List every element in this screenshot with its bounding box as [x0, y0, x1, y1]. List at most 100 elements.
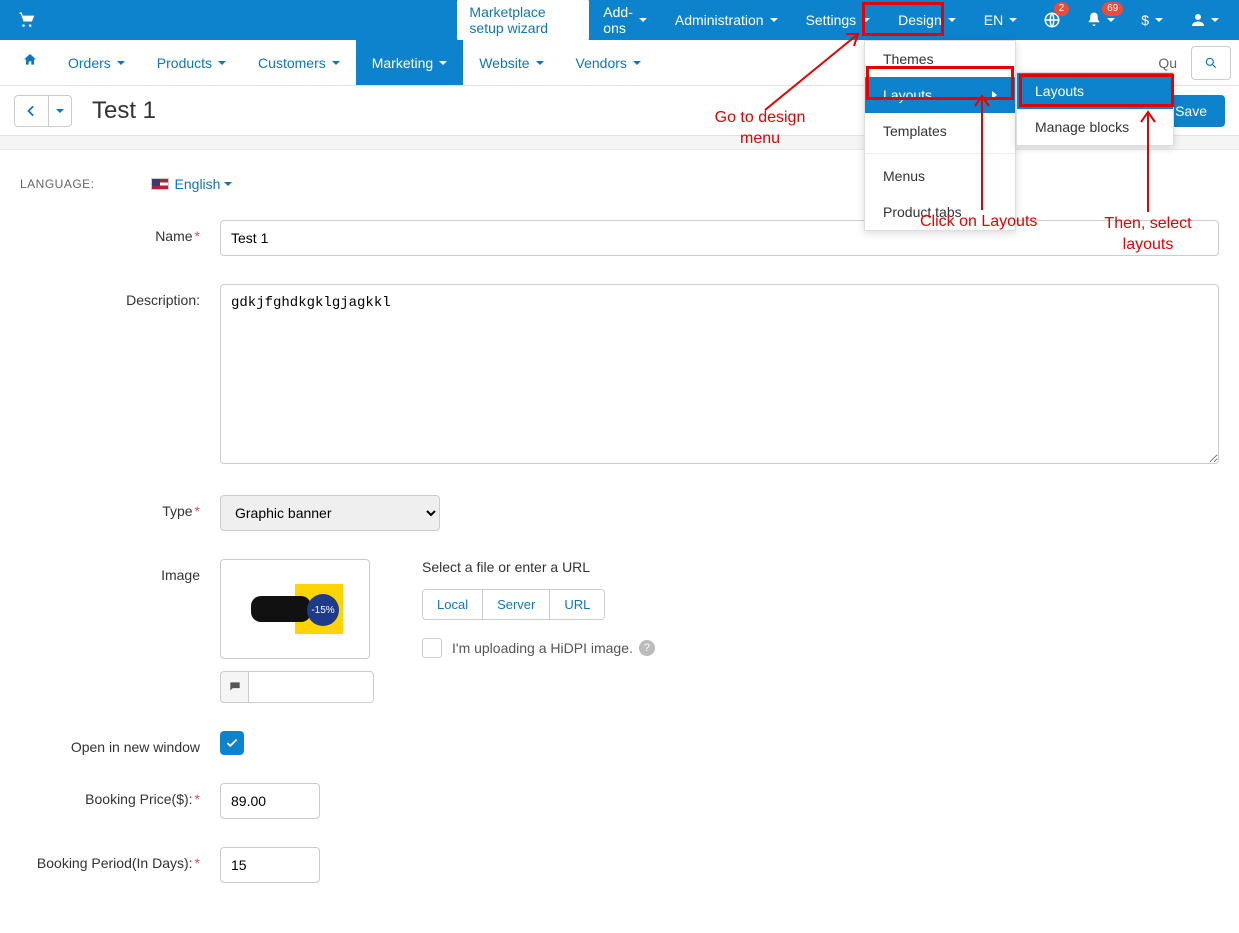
caret-icon	[1009, 18, 1017, 22]
sub-manage-blocks[interactable]: Manage blocks	[1017, 109, 1173, 145]
quick-search-text: Qu	[1158, 55, 1185, 71]
globe-notifications[interactable]: 2	[1031, 0, 1073, 40]
topbar-right: Add-ons Administration Settings Design E…	[589, 0, 1239, 40]
menu-addons[interactable]: Add-ons	[589, 0, 661, 40]
caret-icon	[1155, 18, 1163, 22]
nav-marketing-label: Marketing	[372, 55, 433, 71]
type-label: Type*	[20, 495, 220, 519]
caret-icon	[536, 61, 544, 65]
row-type: Type* Graphic banner	[20, 495, 1219, 531]
nav-customers[interactable]: Customers	[242, 40, 356, 85]
cart-icon[interactable]	[16, 9, 36, 32]
caret-icon	[1107, 18, 1115, 22]
language-selector[interactable]: English	[151, 176, 233, 192]
tab-server[interactable]: Server	[483, 590, 550, 619]
back-dropdown[interactable]	[49, 96, 71, 126]
description-textarea[interactable]: gdkjfghdkgklgjagkkl	[220, 284, 1219, 464]
open-new-window-label: Open in new window	[20, 731, 220, 755]
dd-menus[interactable]: Menus	[865, 158, 1015, 194]
search-button[interactable]	[1191, 46, 1231, 80]
booking-price-label: Booking Price($):*	[20, 783, 220, 807]
menu-currency[interactable]: $	[1127, 0, 1177, 40]
globe-badge: 2	[1054, 2, 1070, 16]
search-icon	[1204, 56, 1218, 70]
dd-templates[interactable]: Templates	[865, 113, 1015, 149]
caret-icon	[332, 61, 340, 65]
nav-vendors[interactable]: Vendors	[560, 40, 657, 85]
caret-icon	[439, 61, 447, 65]
menu-settings-label: Settings	[806, 12, 857, 28]
topbar: Marketplace setup wizard Add-ons Adminis…	[0, 0, 1239, 40]
topbar-left	[0, 9, 197, 32]
nav-marketing[interactable]: Marketing	[356, 40, 463, 85]
row-name: Name*	[20, 220, 1219, 256]
language-value: English	[175, 176, 221, 192]
nav-customers-label: Customers	[258, 55, 326, 71]
bell-icon	[1085, 11, 1103, 29]
caret-icon	[948, 18, 956, 22]
design-dropdown: Themes Layouts Templates Menus Product t…	[864, 40, 1016, 231]
nav-home[interactable]	[8, 52, 52, 73]
language-row: LANGUAGE: English	[20, 176, 1219, 192]
alt-text-input[interactable]	[248, 671, 374, 703]
form-area: LANGUAGE: English Name* Description: gdk…	[0, 150, 1239, 933]
home-icon	[22, 52, 38, 68]
language-label: LANGUAGE:	[20, 177, 95, 191]
booking-period-input[interactable]	[220, 847, 320, 883]
dd-themes[interactable]: Themes	[865, 41, 1015, 77]
user-menu[interactable]	[1177, 0, 1231, 40]
upload-tabs: Local Server URL	[422, 589, 605, 620]
menu-language-label: EN	[984, 12, 1003, 28]
layouts-submenu: Layouts Manage blocks	[1016, 72, 1174, 146]
user-icon	[1189, 11, 1207, 29]
caret-icon	[639, 18, 647, 22]
caret-icon	[1211, 18, 1219, 22]
sub-layouts[interactable]: Layouts	[1017, 73, 1173, 109]
hidpi-row: I'm uploading a HiDPI image. ?	[422, 638, 655, 658]
menu-settings[interactable]: Settings	[792, 0, 885, 40]
page-title: Test 1	[92, 97, 156, 125]
name-input[interactable]	[220, 220, 1219, 256]
dd-layouts[interactable]: Layouts	[865, 77, 1015, 113]
menu-addons-label: Add-ons	[603, 4, 633, 36]
hidpi-checkbox[interactable]	[422, 638, 442, 658]
alt-text-group	[220, 671, 374, 703]
description-label: Description:	[20, 284, 220, 308]
back-button[interactable]	[15, 96, 49, 126]
menu-administration[interactable]: Administration	[661, 0, 792, 40]
image-column	[220, 559, 374, 703]
dropdown-separator	[865, 153, 1015, 154]
hidpi-label: I'm uploading a HiDPI image.	[452, 640, 633, 656]
booking-price-input[interactable]	[220, 783, 320, 819]
nav-website-label: Website	[479, 55, 529, 71]
bell-notifications[interactable]: 69	[1073, 0, 1127, 40]
upload-column: Select a file or enter a URL Local Serve…	[422, 559, 655, 658]
menu-language[interactable]: EN	[970, 0, 1031, 40]
comment-icon[interactable]	[220, 671, 248, 703]
nav-products[interactable]: Products	[141, 40, 242, 85]
tab-url[interactable]: URL	[550, 590, 604, 619]
nav-vendors-label: Vendors	[576, 55, 627, 71]
row-booking-period: Booking Period(In Days):*	[20, 847, 1219, 883]
open-new-window-checkbox[interactable]	[220, 731, 244, 755]
nav-orders[interactable]: Orders	[52, 40, 141, 85]
bell-badge: 69	[1102, 2, 1123, 16]
dd-product-tabs[interactable]: Product tabs	[865, 194, 1015, 230]
tab-local[interactable]: Local	[423, 590, 483, 619]
check-icon	[225, 736, 239, 750]
help-icon[interactable]: ?	[639, 640, 655, 656]
menu-administration-label: Administration	[675, 12, 764, 28]
image-preview[interactable]	[220, 559, 370, 659]
row-open-new-window: Open in new window	[20, 731, 1219, 755]
thumbnail-icon	[247, 584, 343, 634]
arrow-left-icon	[25, 104, 39, 118]
setup-wizard-button[interactable]: Marketplace setup wizard	[457, 0, 589, 42]
row-booking-price: Booking Price($):*	[20, 783, 1219, 819]
name-label: Name*	[20, 220, 220, 244]
menu-design[interactable]: Design	[884, 0, 970, 40]
nav-website[interactable]: Website	[463, 40, 559, 85]
caret-icon	[862, 18, 870, 22]
type-select[interactable]: Graphic banner	[220, 495, 440, 531]
caret-icon	[224, 182, 232, 186]
booking-period-label: Booking Period(In Days):*	[20, 847, 220, 871]
